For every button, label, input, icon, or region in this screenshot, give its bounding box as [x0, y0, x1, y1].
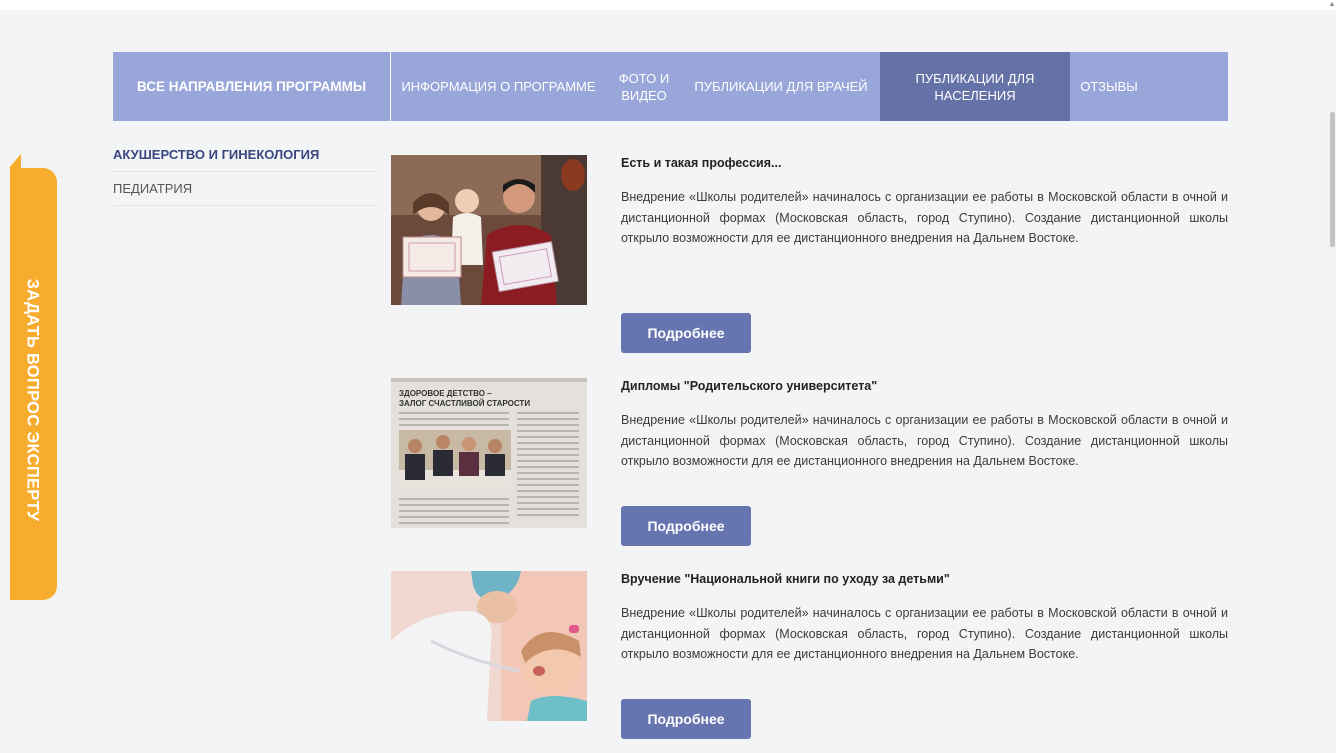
category-obstetrics[interactable]: АКУШЕРСТВО И ГИНЕКОЛОГИЯ — [113, 138, 376, 172]
ask-expert-label: ЗАДАТЬ ВОПРОС ЭКСПЕРТУ — [23, 278, 42, 522]
thumb-headline-2: ЗАЛОГ СЧАСТЛИВОЙ СТАРОСТИ — [399, 399, 530, 408]
nav-reviews[interactable]: ОТЗЫВЫ — [1070, 52, 1148, 121]
article-card: ЗДОРОВОЕ ДЕТСТВО – ЗАЛОГ СЧАСТЛИВОЙ СТАР… — [391, 378, 1231, 548]
article-thumbnail[interactable] — [391, 571, 587, 721]
thumb-headline-1: ЗДОРОВОЕ ДЕТСТВО – — [399, 389, 492, 398]
category-list: АКУШЕРСТВО И ГИНЕКОЛОГИЯ ПЕДИАТРИЯ — [113, 138, 376, 206]
article-card: Есть и такая профессия... Внедрение «Шко… — [391, 155, 1231, 355]
scroll-up-icon[interactable]: ▲ — [1328, 0, 1336, 10]
article-thumbnail[interactable] — [391, 155, 587, 305]
article-title[interactable]: Дипломы "Родительского университета" — [621, 378, 1228, 394]
more-button[interactable]: Подробнее — [621, 313, 751, 353]
more-button[interactable]: Подробнее — [621, 506, 751, 546]
article-text: Внедрение «Школы родителей» начиналось с… — [621, 606, 1228, 661]
article-text: Внедрение «Школы родителей» начиналось с… — [621, 190, 1228, 245]
article-body: Есть и такая профессия... Внедрение «Шко… — [621, 155, 1228, 249]
nav-photo-video[interactable]: ФОТО И ВИДЕО — [606, 52, 682, 121]
main-nav: ВСЕ НАПРАВЛЕНИЯ ПРОГРАММЫ ИНФОРМАЦИЯ О П… — [113, 52, 1228, 121]
article-body: Вручение "Национальной книги по уходу за… — [621, 571, 1228, 665]
article-text: Внедрение «Школы родителей» начиналось с… — [621, 413, 1228, 468]
category-pediatrics[interactable]: ПЕДИАТРИЯ — [113, 172, 376, 206]
nav-population-publications[interactable]: ПУБЛИКАЦИИ ДЛЯ НАСЕЛЕНИЯ — [880, 52, 1070, 121]
top-strip — [0, 0, 1336, 10]
article-body: Дипломы "Родительского университета" Вне… — [621, 378, 1228, 472]
nav-doctors-publications[interactable]: ПУБЛИКАЦИИ ДЛЯ ВРАЧЕЙ — [682, 52, 880, 121]
article-thumbnail[interactable]: ЗДОРОВОЕ ДЕТСТВО – ЗАЛОГ СЧАСТЛИВОЙ СТАР… — [391, 378, 587, 528]
ask-expert-tab[interactable]: ЗАДАТЬ ВОПРОС ЭКСПЕРТУ — [9, 154, 57, 600]
nav-all-directions[interactable]: ВСЕ НАПРАВЛЕНИЯ ПРОГРАММЫ — [113, 52, 391, 121]
nav-program-info[interactable]: ИНФОРМАЦИЯ О ПРОГРАММЕ — [391, 52, 606, 121]
article-title[interactable]: Вручение "Национальной книги по уходу за… — [621, 571, 1228, 587]
article-card: Вручение "Национальной книги по уходу за… — [391, 571, 1231, 741]
article-title[interactable]: Есть и такая профессия... — [621, 155, 1228, 171]
more-button[interactable]: Подробнее — [621, 699, 751, 739]
scrollbar-thumb[interactable] — [1330, 112, 1335, 247]
